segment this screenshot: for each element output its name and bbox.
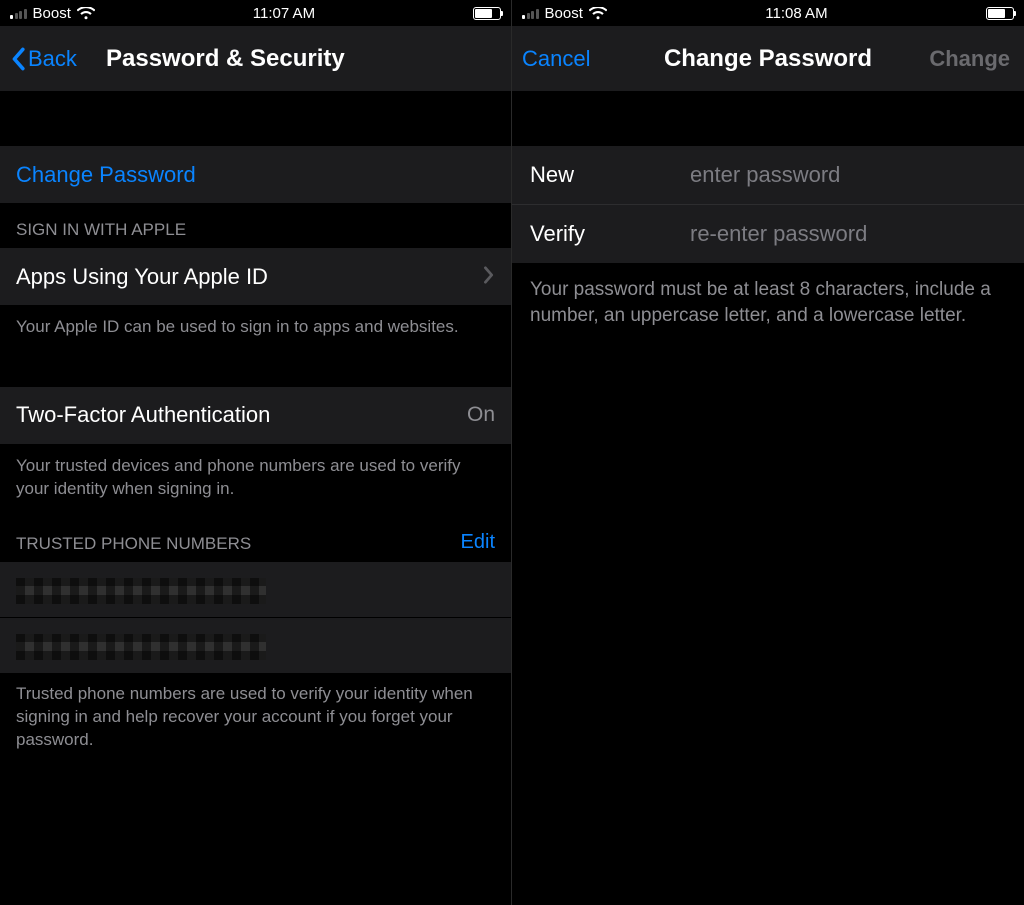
verify-password-input[interactable] — [690, 221, 1008, 247]
status-time: 11:08 AM — [765, 5, 827, 22]
apps-footer: Your Apple ID can be used to sign in to … — [0, 306, 511, 353]
new-label: New — [530, 162, 690, 188]
change-password-row[interactable]: Change Password — [0, 146, 511, 204]
content: New Verify Your password must be at leas… — [512, 92, 1024, 905]
change-button[interactable]: Change — [929, 46, 1010, 72]
back-button[interactable]: Back — [10, 46, 77, 72]
new-password-row: New — [512, 146, 1024, 205]
trusted-number-row[interactable] — [0, 562, 511, 617]
battery-icon — [473, 7, 501, 20]
carrier-label: Boost — [545, 5, 583, 22]
carrier-label: Boost — [33, 5, 71, 22]
screen-password-security: Boost 11:07 AM Back Password & Security … — [0, 0, 512, 905]
wifi-icon — [589, 7, 607, 20]
nav-bar: Back Password & Security — [0, 26, 511, 92]
content: Change Password SIGN IN WITH APPLE Apps … — [0, 92, 511, 905]
tfa-footer: Your trusted devices and phone numbers a… — [0, 445, 511, 515]
trusted-number-row[interactable] — [0, 618, 511, 673]
nav-bar: Cancel Change Password Change — [512, 26, 1024, 92]
section-header-signin: SIGN IN WITH APPLE — [0, 204, 511, 248]
verify-label: Verify — [530, 221, 690, 247]
password-form: New Verify — [512, 146, 1024, 263]
edit-button[interactable]: Edit — [461, 531, 495, 554]
change-password-label: Change Password — [16, 162, 196, 188]
cancel-label: Cancel — [522, 46, 590, 72]
screen-change-password: Boost 11:08 AM Cancel Change Password Ch… — [512, 0, 1024, 905]
signal-icon — [10, 7, 27, 19]
trusted-footer: Trusted phone numbers are used to verify… — [0, 673, 511, 766]
signal-icon — [522, 7, 539, 19]
wifi-icon — [77, 7, 95, 20]
two-factor-row[interactable]: Two-Factor Authentication On — [0, 387, 511, 445]
new-password-input[interactable] — [690, 162, 1008, 188]
battery-icon — [986, 7, 1014, 20]
apps-using-appleid-row[interactable]: Apps Using Your Apple ID — [0, 248, 511, 306]
status-bar: Boost 11:07 AM — [0, 0, 511, 26]
cancel-button[interactable]: Cancel — [522, 46, 590, 72]
chevron-left-icon — [10, 47, 26, 71]
tfa-value: On — [467, 403, 495, 427]
chevron-right-icon — [483, 264, 495, 290]
status-time: 11:07 AM — [253, 5, 315, 22]
section-header-trusted: TRUSTED PHONE NUMBERS Edit — [0, 515, 511, 562]
page-title: Password & Security — [106, 45, 497, 73]
status-bar: Boost 11:08 AM — [512, 0, 1024, 26]
password-hint: Your password must be at least 8 charact… — [512, 263, 1024, 328]
apps-row-label: Apps Using Your Apple ID — [16, 264, 268, 290]
verify-password-row: Verify — [512, 205, 1024, 263]
back-label: Back — [28, 46, 77, 72]
tfa-label: Two-Factor Authentication — [16, 402, 270, 428]
